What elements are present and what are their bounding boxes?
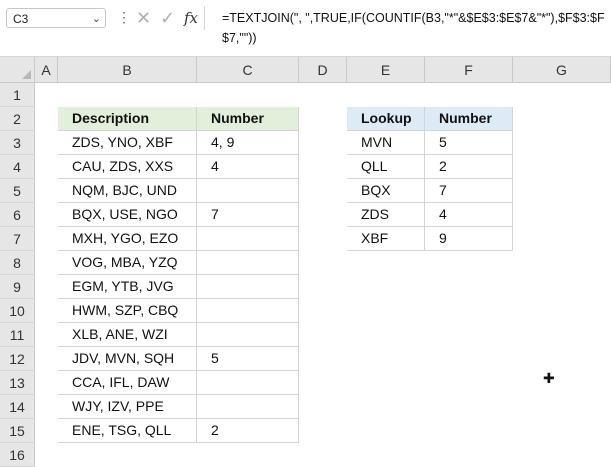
number-cell[interactable]	[197, 227, 299, 251]
chevron-down-icon[interactable]: ⌄	[92, 9, 101, 29]
description-cell[interactable]: JDV, MVN, SQH	[58, 347, 197, 371]
enter-icon[interactable]: ✓	[160, 6, 175, 30]
lookup-number-cell[interactable]: 2	[425, 155, 513, 179]
number-cell[interactable]	[197, 251, 299, 275]
lookup-number-cell[interactable]: 7	[425, 179, 513, 203]
column-header-f[interactable]: F	[425, 57, 513, 83]
number-cell[interactable]	[197, 275, 299, 299]
description-cell[interactable]: ENE, TSG, QLL	[58, 419, 197, 443]
row-header-14[interactable]: 14	[0, 395, 35, 419]
description-cell[interactable]: VOG, MBA, YZQ	[58, 251, 197, 275]
lookup-cell[interactable]: XBF	[347, 227, 425, 251]
table2-header-0[interactable]: Lookup	[347, 107, 425, 131]
lookup-cell[interactable]: ZDS	[347, 203, 425, 227]
select-all-corner[interactable]	[0, 57, 35, 83]
row-header-7[interactable]: 7	[0, 227, 35, 251]
more-options-icon[interactable]: ⋮	[117, 9, 131, 26]
cancel-icon[interactable]: ✕	[136, 6, 151, 30]
description-cell[interactable]: ZDS, YNO, XBF	[58, 131, 197, 155]
row-header-13[interactable]: 13	[0, 371, 35, 395]
spreadsheet-grid: A B C D E F G 1 2 3 4 5 6 7 8 9 10 11 12 13 14 15 16 Descriptio…	[0, 57, 611, 467]
row-header-12[interactable]: 12	[0, 347, 35, 371]
description-cell[interactable]: MXH, YGO, EZO	[58, 227, 197, 251]
lookup-cell[interactable]: BQX	[347, 179, 425, 203]
formula-input[interactable]: =TEXTJOIN(", ",TRUE,IF(COUNTIF(B3,"*"&$E…	[222, 8, 607, 48]
row-header-8[interactable]: 8	[0, 251, 35, 275]
row-header-5[interactable]: 5	[0, 179, 35, 203]
row-header-10[interactable]: 10	[0, 299, 35, 323]
table2-header-1[interactable]: Number	[425, 107, 513, 131]
row-header-16[interactable]: 16	[0, 443, 35, 467]
description-cell[interactable]: EGM, YTB, JVG	[58, 275, 197, 299]
row-header-6[interactable]: 6	[0, 203, 35, 227]
row-header-1[interactable]: 1	[0, 83, 35, 107]
column-header-a[interactable]: A	[35, 57, 58, 83]
formula-buttons: ✕ ✓ fx	[130, 6, 205, 30]
number-cell[interactable]: 2	[197, 419, 299, 443]
description-cell[interactable]: BQX, USE, NGO	[58, 203, 197, 227]
column-header-d[interactable]: D	[299, 57, 347, 83]
column-header-b[interactable]: B	[58, 57, 197, 83]
description-cell[interactable]: WJY, IZV, PPE	[58, 395, 197, 419]
row-header-2[interactable]: 2	[0, 107, 35, 131]
number-cell[interactable]	[197, 371, 299, 395]
description-cell[interactable]: NQM, BJC, UND	[58, 179, 197, 203]
cell-cursor-icon: ✚	[543, 370, 555, 386]
table1-header-1[interactable]: Number	[197, 107, 299, 131]
number-cell[interactable]: 4	[197, 155, 299, 179]
description-cell[interactable]: CCA, IFL, DAW	[58, 371, 197, 395]
number-cell[interactable]	[197, 179, 299, 203]
formula-bar: C3 ⌄ ⋮ ✕ ✓ fx =TEXTJOIN(", ",TRUE,IF(COU…	[0, 0, 611, 57]
row-header-4[interactable]: 4	[0, 155, 35, 179]
number-cell[interactable]: 5	[197, 347, 299, 371]
name-box[interactable]: C3 ⌄	[6, 8, 106, 28]
description-cell[interactable]: CAU, ZDS, XXS	[58, 155, 197, 179]
table1-header-0[interactable]: Description	[58, 107, 197, 131]
function-icon[interactable]: fx	[184, 6, 198, 30]
number-cell[interactable]	[197, 299, 299, 323]
column-header-g[interactable]: G	[513, 57, 611, 83]
row-header-9[interactable]: 9	[0, 275, 35, 299]
row-header-15[interactable]: 15	[0, 419, 35, 443]
number-cell[interactable]	[197, 323, 299, 347]
number-cell[interactable]	[197, 395, 299, 419]
number-cell[interactable]: 4, 9	[197, 131, 299, 155]
description-cell[interactable]: XLB, ANE, WZI	[58, 323, 197, 347]
lookup-number-cell[interactable]: 4	[425, 203, 513, 227]
lookup-cell[interactable]: QLL	[347, 155, 425, 179]
description-cell[interactable]: HWM, SZP, CBQ	[58, 299, 197, 323]
lookup-cell[interactable]: MVN	[347, 131, 425, 155]
number-cell[interactable]: 7	[197, 203, 299, 227]
lookup-number-cell[interactable]: 5	[425, 131, 513, 155]
lookup-number-cell[interactable]: 9	[425, 227, 513, 251]
row-header-11[interactable]: 11	[0, 323, 35, 347]
name-box-value: C3	[13, 12, 29, 26]
column-header-e[interactable]: E	[347, 57, 425, 83]
row-header-3[interactable]: 3	[0, 131, 35, 155]
column-header-c[interactable]: C	[197, 57, 299, 83]
